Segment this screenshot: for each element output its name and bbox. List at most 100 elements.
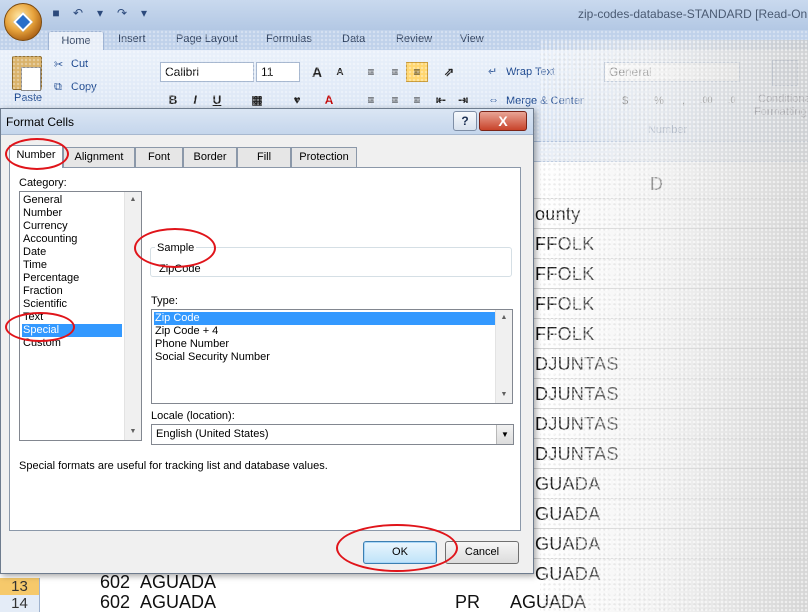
category-item-general[interactable]: General <box>22 194 62 207</box>
underline-button[interactable]: U <box>206 90 228 110</box>
wrap-text-icon[interactable]: ↵ <box>488 65 497 78</box>
save-icon[interactable]: ■ <box>48 5 64 21</box>
increase-decimal-button[interactable]: .00 <box>700 95 713 105</box>
align-bottom-icon[interactable]: ≡ <box>406 62 428 82</box>
office-button[interactable] <box>4 3 42 41</box>
copy-button[interactable]: Copy <box>71 81 97 93</box>
category-item-currency[interactable]: Currency <box>22 220 68 233</box>
category-item-scientific[interactable]: Scientific <box>22 298 67 311</box>
cell-zip[interactable]: 602 <box>100 572 130 593</box>
decrease-indent-icon[interactable]: ⇤ <box>430 90 452 110</box>
shrink-font-button[interactable]: A <box>329 62 351 82</box>
conditional-formatting-icon[interactable] <box>772 60 798 86</box>
align-middle-icon[interactable]: ≡ <box>384 62 406 82</box>
ribbon-tab-home[interactable]: Home <box>48 31 104 51</box>
locale-select[interactable]: English (United States) ▼ <box>151 424 514 445</box>
cell-city[interactable]: AGUADA <box>140 572 216 593</box>
orientation-icon[interactable]: ⇗ <box>438 62 460 82</box>
type-list[interactable]: Zip Code Zip Code + 4 Phone Number Socia… <box>151 309 513 404</box>
scroll-up-icon[interactable]: ▲ <box>125 192 141 208</box>
conditional-formatting-label-2[interactable]: Formatting <box>754 106 807 118</box>
row-header-14[interactable]: 14 <box>0 595 40 612</box>
font-name-combo[interactable]: Calibri <box>160 62 254 82</box>
paste-icon[interactable] <box>12 56 42 91</box>
type-item-zip-code[interactable]: Zip Code <box>154 312 496 325</box>
merge-center-icon[interactable]: ⇔ <box>488 94 499 106</box>
type-item-phone-number[interactable]: Phone Number <box>154 338 229 351</box>
category-item-fraction[interactable]: Fraction <box>22 285 63 298</box>
merge-center-button[interactable]: Merge & Center <box>506 95 584 107</box>
tab-protection[interactable]: Protection <box>291 147 357 167</box>
cell-county[interactable]: FFOLK <box>535 234 595 255</box>
tab-number[interactable]: Number <box>9 145 63 168</box>
font-color-icon[interactable]: A <box>318 90 340 110</box>
category-item-time[interactable]: Time <box>22 259 47 272</box>
cell-state[interactable]: PR <box>455 592 480 612</box>
category-item-text[interactable]: Text <box>22 311 43 324</box>
cell-county[interactable]: DJUNTAS <box>535 354 619 375</box>
column-header-d[interactable] <box>520 142 808 162</box>
category-item-number[interactable]: Number <box>22 207 62 220</box>
cell-d-header[interactable]: ounty <box>535 204 581 225</box>
cell-county[interactable]: FFOLK <box>535 324 595 345</box>
italic-button[interactable]: I <box>184 90 206 110</box>
category-list[interactable]: General Number Currency Accounting Date … <box>19 191 142 441</box>
align-left-icon[interactable]: ≡ <box>360 90 382 110</box>
fill-color-icon[interactable]: ♥ <box>286 90 308 110</box>
ribbon-tab-review[interactable]: Review <box>396 33 432 45</box>
customize-qat-icon[interactable]: ▾ <box>136 5 152 21</box>
align-center-icon[interactable]: ≡ <box>384 90 406 110</box>
align-top-icon[interactable]: ≡ <box>360 62 382 82</box>
tab-fill[interactable]: Fill <box>237 147 291 167</box>
type-item-zip-code-plus-4[interactable]: Zip Code + 4 <box>154 325 218 338</box>
cell-county[interactable]: GUADA <box>535 474 601 495</box>
scroll-up-icon[interactable]: ▲ <box>496 310 512 326</box>
row-header-13[interactable]: 13 <box>0 578 40 595</box>
cell-zip[interactable]: 602 <box>100 592 130 612</box>
paste-button-label[interactable]: Paste <box>14 92 42 104</box>
cell-county[interactable]: AGUADA <box>510 592 586 612</box>
cell-county[interactable]: DJUNTAS <box>535 444 619 465</box>
align-right-icon[interactable]: ≡ <box>406 90 428 110</box>
category-item-custom[interactable]: Custom <box>22 337 61 350</box>
conditional-formatting-label[interactable]: Conditional <box>758 93 808 105</box>
cell-county[interactable]: GUADA <box>535 504 601 525</box>
cell-county[interactable]: DJUNTAS <box>535 384 619 405</box>
cancel-button[interactable]: Cancel <box>445 541 519 564</box>
tab-alignment[interactable]: Alignment <box>63 147 135 167</box>
category-item-special[interactable]: Special <box>22 324 122 337</box>
percent-button[interactable]: % <box>654 95 664 107</box>
cell-county[interactable]: DJUNTAS <box>535 414 619 435</box>
cut-icon[interactable]: ✂ <box>54 58 63 71</box>
cut-button[interactable]: Cut <box>71 58 88 70</box>
undo-icon[interactable]: ↶ <box>70 5 86 21</box>
font-size-combo[interactable]: 11 <box>256 62 300 82</box>
increase-indent-icon[interactable]: ⇥ <box>452 90 474 110</box>
ribbon-tab-formulas[interactable]: Formulas <box>266 33 312 45</box>
ribbon-tab-view[interactable]: View <box>460 33 484 45</box>
wrap-text-button[interactable]: Wrap Text <box>506 66 555 78</box>
tab-border[interactable]: Border <box>183 147 237 167</box>
number-format-combo[interactable]: General <box>604 62 740 82</box>
cell-county[interactable]: FFOLK <box>535 264 595 285</box>
category-item-percentage[interactable]: Percentage <box>22 272 79 285</box>
currency-button[interactable]: $ <box>622 95 628 107</box>
help-button[interactable]: ? <box>453 111 477 131</box>
chevron-down-icon[interactable]: ▼ <box>496 425 513 444</box>
ribbon-tab-data[interactable]: Data <box>342 33 365 45</box>
ribbon-tab-page-layout[interactable]: Page Layout <box>176 33 238 45</box>
decrease-decimal-button[interactable]: .0 <box>728 95 736 105</box>
cell-city[interactable]: AGUADA <box>140 592 216 612</box>
comma-button[interactable]: , <box>682 95 685 107</box>
type-scrollbar[interactable]: ▲ ▼ <box>495 310 512 403</box>
ok-button[interactable]: OK <box>363 541 437 564</box>
cell-county[interactable]: GUADA <box>535 534 601 555</box>
tab-font[interactable]: Font <box>135 147 183 167</box>
borders-icon[interactable]: ▦ <box>246 90 268 110</box>
close-button[interactable]: X <box>479 111 527 131</box>
grow-font-button[interactable]: A <box>306 62 328 82</box>
redo-icon[interactable]: ↷ <box>114 5 130 21</box>
category-item-accounting[interactable]: Accounting <box>22 233 77 246</box>
dropdown-arrow-icon[interactable]: ▾ <box>92 5 108 21</box>
scroll-down-icon[interactable]: ▼ <box>496 387 512 403</box>
